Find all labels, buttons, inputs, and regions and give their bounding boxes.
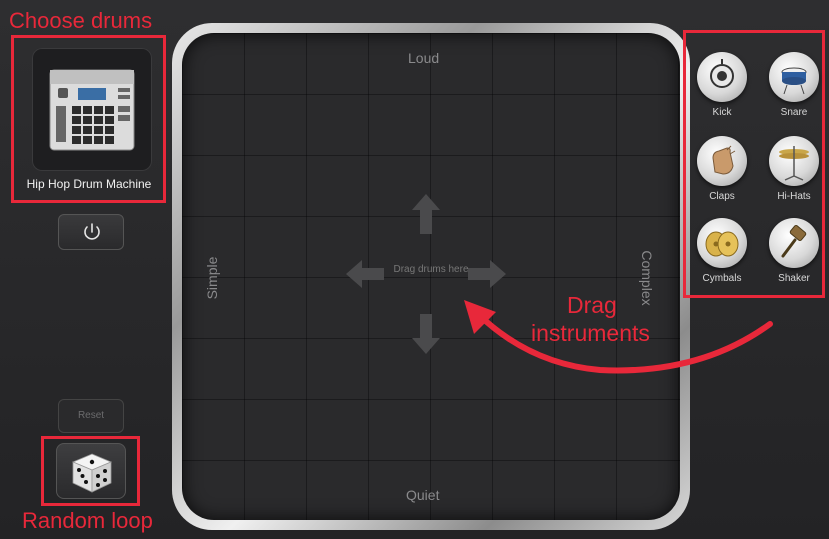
reset-button[interactable]: Reset: [58, 399, 124, 433]
instrument-shaker-label: Shaker: [778, 273, 810, 284]
instrument-kick-label: Kick: [712, 107, 732, 118]
snare-drum-icon: [769, 52, 819, 102]
shaker-icon: [769, 218, 819, 268]
choose-drums-annotation-box: [11, 35, 166, 203]
pad-label-simple: Simple: [204, 256, 220, 300]
choose-drums-annotation: Choose drums: [9, 8, 153, 33]
cymbals-icon: [697, 218, 747, 268]
random-loop-annotation: Random loop: [22, 508, 153, 533]
drag-annotation-arrow-icon: [464, 300, 773, 374]
instrument-claps[interactable]: Claps: [691, 136, 753, 202]
pad-label-quiet: Quiet: [406, 487, 440, 503]
kick-drum-icon: [697, 52, 747, 102]
clap-hands-icon: [697, 136, 747, 186]
instrument-cymbals[interactable]: Cymbals: [691, 218, 753, 284]
instrument-snare[interactable]: Snare: [763, 52, 825, 118]
power-icon: [84, 223, 100, 240]
instrument-kick[interactable]: Kick: [691, 52, 753, 118]
instrument-claps-label: Claps: [709, 191, 735, 202]
hi-hat-icon: [769, 136, 819, 186]
power-button[interactable]: [58, 214, 124, 250]
instrument-shaker[interactable]: Shaker: [763, 218, 825, 284]
drag-drums-hint: Drag drums here: [393, 264, 469, 275]
pad-label-loud: Loud: [408, 50, 440, 66]
instrument-hi-hats-label: Hi-Hats: [777, 191, 811, 202]
instrument-cymbals-label: Cymbals: [702, 273, 742, 284]
instrument-snare-label: Snare: [780, 107, 808, 118]
instrument-hi-hats[interactable]: Hi-Hats: [763, 136, 825, 202]
random-loop-annotation-box: [41, 436, 140, 506]
